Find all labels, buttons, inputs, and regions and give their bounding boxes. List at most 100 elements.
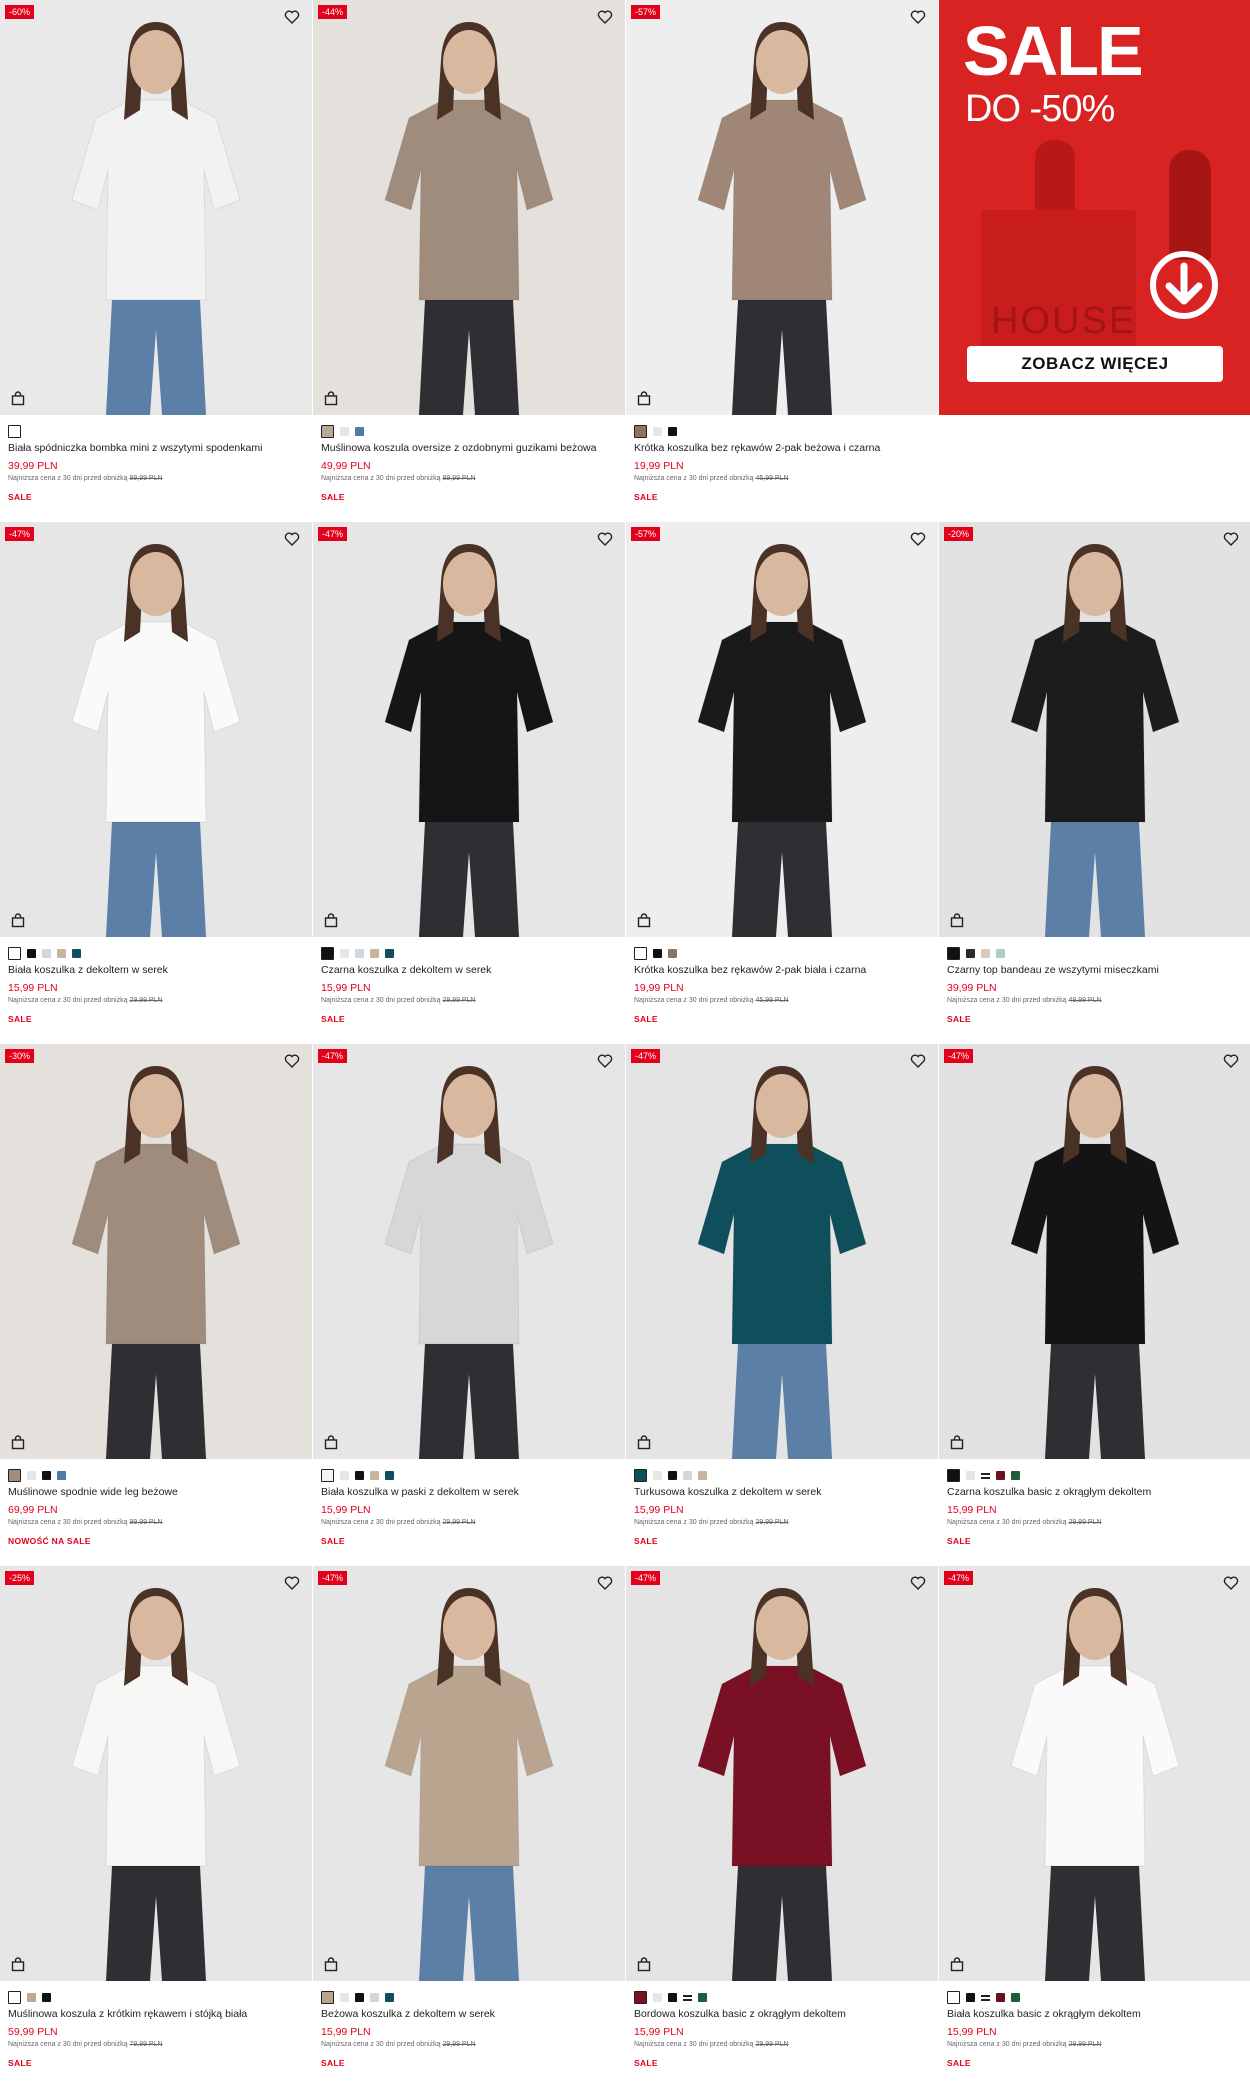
- product-card[interactable]: -47% Beżowa koszulka z dekoltem w serek 15…: [313, 1566, 625, 2088]
- heart-icon[interactable]: [284, 531, 300, 547]
- shopping-bag-icon[interactable]: [10, 912, 26, 928]
- product-name[interactable]: Biała koszulka z dekoltem w serek: [8, 964, 308, 976]
- heart-icon[interactable]: [597, 9, 613, 25]
- product-image[interactable]: -47%: [313, 522, 625, 937]
- color-swatch[interactable]: [947, 946, 960, 960]
- color-swatch[interactable]: [996, 1470, 1005, 1480]
- color-swatch[interactable]: [8, 946, 21, 960]
- shopping-bag-icon[interactable]: [323, 1434, 339, 1450]
- color-swatch[interactable]: [668, 426, 677, 436]
- product-card[interactable]: -44% Muślinowa koszula oversize z ozdobny…: [313, 0, 625, 522]
- product-name[interactable]: Krótka koszulka bez rękawów 2-pak beżowa…: [634, 442, 934, 454]
- color-swatch[interactable]: [355, 948, 364, 958]
- color-swatch[interactable]: [340, 948, 349, 958]
- product-image[interactable]: -60%: [0, 0, 312, 415]
- product-image[interactable]: -47%: [939, 1566, 1250, 1981]
- product-name[interactable]: Turkusowa koszulka z dekoltem w serek: [634, 1486, 934, 1498]
- product-name[interactable]: Biała koszulka basic z okrągłym dekoltem: [947, 2008, 1247, 2020]
- product-name[interactable]: Muślinowa koszula z krótkim rękawem i st…: [8, 2008, 308, 2020]
- color-swatch[interactable]: [340, 1470, 349, 1480]
- product-card[interactable]: -47% Biała koszulka basic z okrągłym deko…: [939, 1566, 1250, 2088]
- product-image[interactable]: -47%: [0, 522, 312, 937]
- heart-icon[interactable]: [910, 531, 926, 547]
- shopping-bag-icon[interactable]: [949, 1956, 965, 1972]
- color-swatch[interactable]: [8, 424, 21, 438]
- color-swatch[interactable]: [355, 1992, 364, 2002]
- color-swatch[interactable]: [683, 1470, 692, 1480]
- heart-icon[interactable]: [597, 531, 613, 547]
- shopping-bag-icon[interactable]: [10, 1434, 26, 1450]
- product-name[interactable]: Biała koszulka w paski z dekoltem w sere…: [321, 1486, 621, 1498]
- color-swatch[interactable]: [370, 948, 379, 958]
- color-swatch[interactable]: [634, 946, 647, 960]
- color-swatch[interactable]: [981, 948, 990, 958]
- color-swatch[interactable]: [966, 1470, 975, 1480]
- shopping-bag-icon[interactable]: [323, 1956, 339, 1972]
- product-name[interactable]: Czarna koszulka z dekoltem w serek: [321, 964, 621, 976]
- product-name[interactable]: Biała spódniczka bombka mini z wszytymi …: [8, 442, 308, 454]
- color-swatch[interactable]: [996, 948, 1005, 958]
- color-swatch[interactable]: [634, 1990, 647, 2004]
- color-swatch[interactable]: [42, 948, 51, 958]
- shopping-bag-icon[interactable]: [949, 1434, 965, 1450]
- product-name[interactable]: Czarna koszulka basic z okrągłym dekolte…: [947, 1486, 1247, 1498]
- shopping-bag-icon[interactable]: [636, 912, 652, 928]
- sale-promo-banner[interactable]: SALE DO -50% HOUSE ZOBACZ WIĘCEJ: [939, 0, 1250, 415]
- heart-icon[interactable]: [1223, 1575, 1239, 1591]
- heart-icon[interactable]: [1223, 531, 1239, 547]
- product-card[interactable]: -57% Krótka koszulka bez rękawów 2-pak bi…: [626, 522, 938, 1044]
- color-swatch[interactable]: [27, 948, 36, 958]
- color-swatch[interactable]: [72, 948, 81, 958]
- color-swatch[interactable]: [385, 1992, 394, 2002]
- product-image[interactable]: -20%: [939, 522, 1250, 937]
- color-swatch[interactable]: [981, 1993, 990, 2002]
- color-swatch[interactable]: [653, 948, 662, 958]
- see-more-button[interactable]: ZOBACZ WIĘCEJ: [967, 346, 1223, 382]
- heart-icon[interactable]: [910, 1575, 926, 1591]
- color-swatch[interactable]: [355, 426, 364, 436]
- color-swatch[interactable]: [27, 1992, 36, 2002]
- product-image[interactable]: -47%: [626, 1044, 938, 1459]
- product-image[interactable]: -57%: [626, 522, 938, 937]
- shopping-bag-icon[interactable]: [949, 912, 965, 928]
- color-swatch[interactable]: [42, 1470, 51, 1480]
- color-swatch[interactable]: [947, 1990, 960, 2004]
- color-swatch[interactable]: [42, 1992, 51, 2002]
- color-swatch[interactable]: [340, 426, 349, 436]
- color-swatch[interactable]: [355, 1470, 364, 1480]
- color-swatch[interactable]: [1011, 1470, 1020, 1480]
- product-image[interactable]: -57%: [626, 0, 938, 415]
- color-swatch[interactable]: [966, 1992, 975, 2002]
- product-image[interactable]: -47%: [939, 1044, 1250, 1459]
- shopping-bag-icon[interactable]: [636, 1434, 652, 1450]
- heart-icon[interactable]: [1223, 1053, 1239, 1069]
- shopping-bag-icon[interactable]: [636, 390, 652, 406]
- color-swatch[interactable]: [385, 948, 394, 958]
- heart-icon[interactable]: [284, 1053, 300, 1069]
- color-swatch[interactable]: [321, 946, 334, 960]
- color-swatch[interactable]: [370, 1992, 379, 2002]
- color-swatch[interactable]: [27, 1470, 36, 1480]
- product-card[interactable]: -47% Bordowa koszulka basic z okrągłym de…: [626, 1566, 938, 2088]
- product-name[interactable]: Czarny top bandeau ze wszytymi miseczkam…: [947, 964, 1247, 976]
- product-card[interactable]: -25% Muślinowa koszula z krótkim rękawem …: [0, 1566, 312, 2088]
- shopping-bag-icon[interactable]: [323, 390, 339, 406]
- color-swatch[interactable]: [653, 1470, 662, 1480]
- color-swatch[interactable]: [996, 1992, 1005, 2002]
- product-name[interactable]: Beżowa koszulka z dekoltem w serek: [321, 2008, 621, 2020]
- product-card[interactable]: -30% Muślinowe spodnie wide leg beżowe 69,…: [0, 1044, 312, 1566]
- product-card[interactable]: -47% Czarna koszulka z dekoltem w serek 15…: [313, 522, 625, 1044]
- heart-icon[interactable]: [597, 1053, 613, 1069]
- color-swatch[interactable]: [370, 1470, 379, 1480]
- product-card[interactable]: -47% Biała koszulka z dekoltem w serek 15,…: [0, 522, 312, 1044]
- product-card[interactable]: -57% Krótka koszulka bez rękawów 2-pak be…: [626, 0, 938, 522]
- color-swatch[interactable]: [653, 1992, 662, 2002]
- color-swatch[interactable]: [668, 1470, 677, 1480]
- color-swatch[interactable]: [385, 1470, 394, 1480]
- color-swatch[interactable]: [57, 1470, 66, 1480]
- color-swatch[interactable]: [653, 426, 662, 436]
- product-card[interactable]: -47% Turkusowa koszulka z dekoltem w sere…: [626, 1044, 938, 1566]
- product-image[interactable]: -47%: [626, 1566, 938, 1981]
- product-name[interactable]: Krótka koszulka bez rękawów 2-pak biała …: [634, 964, 934, 976]
- product-image[interactable]: -25%: [0, 1566, 312, 1981]
